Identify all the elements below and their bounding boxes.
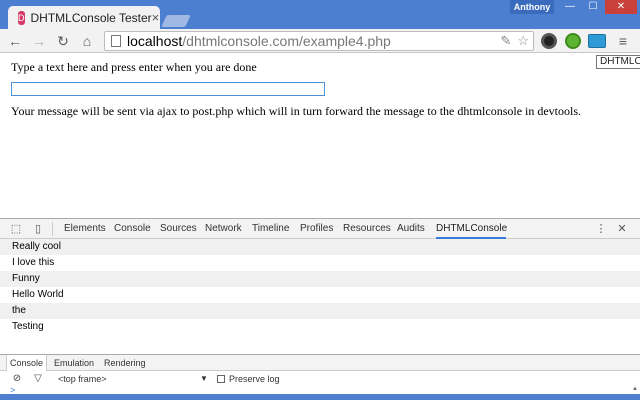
device-mode-icon[interactable]: ▯ — [30, 221, 46, 237]
devtools-panel: ⬚ ▯ Elements Console Sources Network Tim… — [0, 218, 640, 395]
title-bar: D DHTMLConsole Tester × Anthony — ☐ ✕ — [0, 0, 640, 29]
home-icon[interactable]: ⌂ — [78, 32, 96, 50]
inspect-element-icon[interactable]: ⬚ — [8, 221, 24, 237]
clear-console-icon[interactable]: ⊘ — [11, 373, 23, 385]
tab-elements[interactable]: Elements — [64, 219, 106, 239]
list-item: Really cool — [0, 239, 640, 255]
chevron-down-icon[interactable]: ▼ — [200, 372, 208, 386]
scroll-up-icon[interactable]: ▲ — [632, 386, 638, 392]
drawer-tab-emulation[interactable]: Emulation — [54, 355, 94, 371]
bookmark-star-icon[interactable]: ☆ — [517, 33, 529, 49]
browser-tab[interactable]: D DHTMLConsole Tester × — [8, 6, 160, 29]
tab-dhtmlconsole[interactable]: DHTMLConsole — [436, 219, 507, 239]
list-item: Funny — [0, 271, 640, 287]
frame-select[interactable]: <top frame> — [58, 372, 107, 386]
reload-icon[interactable]: ↻ — [54, 32, 72, 50]
page-content: Type a text here and press enter when yo… — [0, 53, 640, 218]
address-bar[interactable]: localhost/dhtmlconsole.com/example4.php … — [104, 31, 534, 51]
tab-title: DHTMLConsole Tester — [30, 10, 152, 25]
list-item: Testing — [12, 321, 44, 332]
tab-profiles[interactable]: Profiles — [300, 219, 333, 239]
extension-pen-icon[interactable]: ✎ — [500, 33, 511, 49]
omnibox-actions: ✎ ☆ — [500, 32, 529, 50]
url-path: /dhtmlconsole.com/example4.php — [182, 33, 391, 49]
close-devtools-icon[interactable]: ✕ — [614, 221, 630, 237]
profile-badge[interactable]: Anthony — [510, 0, 554, 14]
favicon-icon: D — [18, 10, 25, 25]
ajax-note: Your message will be sent via ajax to po… — [11, 104, 582, 118]
toolbar-divider — [52, 222, 53, 236]
more-options-icon[interactable]: ⋮ — [593, 221, 609, 237]
forward-icon[interactable]: → — [30, 32, 48, 50]
tab-sources[interactable]: Sources — [160, 219, 197, 239]
dhtmlconsole-messages: Really cool I love this Funny Hello Worl… — [0, 239, 640, 335]
url-host: localhost — [127, 33, 183, 49]
drawer-tab-rendering[interactable]: Rendering — [104, 355, 146, 371]
list-item: I love this — [12, 257, 55, 268]
extension-dark-icon[interactable] — [541, 33, 557, 49]
drawer-tabbar: Console Emulation Rendering — [0, 355, 640, 371]
extension-tooltip: DHTMLC — [596, 55, 640, 69]
window-frame-bottom — [0, 394, 640, 400]
devtools-tabbar: ⬚ ▯ Elements Console Sources Network Tim… — [0, 219, 640, 239]
browser-window: D DHTMLConsole Tester × Anthony — ☐ ✕ ← … — [0, 0, 640, 400]
console-drawer: Console Emulation Rendering ⊘ ▽ <top fra… — [0, 354, 640, 395]
dhtmlconsole-extension-icon[interactable] — [588, 34, 606, 48]
new-tab-button[interactable] — [161, 15, 191, 27]
tab-resources[interactable]: Resources — [343, 219, 391, 239]
drawer-tab-console[interactable]: Console — [6, 355, 48, 371]
maximize-icon[interactable]: ☐ — [582, 0, 604, 14]
page-icon — [111, 35, 121, 47]
message-input[interactable] — [11, 82, 325, 96]
tab-console[interactable]: Console — [114, 219, 151, 239]
back-icon[interactable]: ← — [6, 32, 24, 50]
menu-icon[interactable]: ≡ — [614, 32, 632, 50]
list-item: the — [0, 303, 640, 319]
console-toolbar: ⊘ ▽ <top frame> ▼ Preserve log — [0, 372, 640, 386]
filter-icon[interactable]: ▽ — [32, 373, 44, 385]
tab-network[interactable]: Network — [205, 219, 242, 239]
tab-audits[interactable]: Audits — [397, 219, 425, 239]
tab-close-icon[interactable]: × — [152, 10, 160, 25]
preserve-log-label: Preserve log — [229, 374, 280, 384]
minimize-icon[interactable]: — — [559, 0, 581, 14]
preserve-log-checkbox[interactable] — [217, 375, 225, 383]
input-prompt: Type a text here and press enter when yo… — [11, 60, 257, 74]
browser-toolbar: ← → ↻ ⌂ localhost/dhtmlconsole.com/examp… — [0, 29, 640, 53]
close-window-icon[interactable]: ✕ — [605, 0, 637, 14]
list-item: Hello World — [12, 289, 64, 300]
tab-timeline[interactable]: Timeline — [252, 219, 289, 239]
extension-green-icon[interactable] — [565, 33, 581, 49]
